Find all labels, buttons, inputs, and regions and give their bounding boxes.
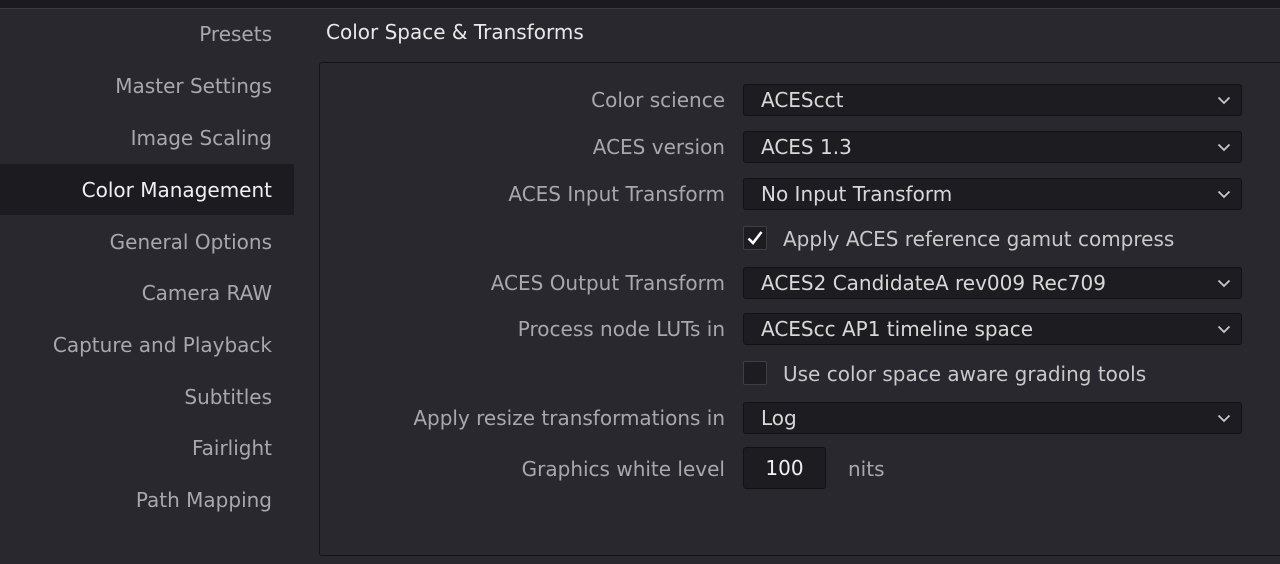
graphics-white-level-input[interactable]: 100 (743, 447, 826, 489)
resize-transformations-dropdown[interactable]: Log (743, 402, 1242, 434)
sidebar-item-camera-raw[interactable]: Camera RAW (0, 267, 294, 318)
chevron-down-icon (1207, 313, 1241, 345)
graphics-white-level-label: Graphics white level (521, 457, 725, 481)
chevron-down-icon (1207, 131, 1241, 163)
process-node-luts-label: Process node LUTs in (517, 317, 725, 341)
aces-version-label: ACES version (592, 135, 725, 159)
aces-version-value: ACES 1.3 (761, 135, 852, 159)
aces-input-transform-dropdown[interactable]: No Input Transform (743, 178, 1242, 210)
process-node-luts-dropdown[interactable]: ACEScc AP1 timeline space (743, 313, 1242, 345)
aces-input-transform-value: No Input Transform (761, 182, 953, 206)
sidebar-item-capture-and-playback[interactable]: Capture and Playback (0, 319, 294, 370)
color-science-label: Color science (591, 88, 725, 112)
sidebar-item-general-options[interactable]: General Options (0, 216, 294, 267)
checkmark-icon (747, 231, 763, 245)
aces-output-transform-dropdown[interactable]: ACES2 CandidateA rev009 Rec709 (743, 267, 1242, 299)
gamut-compress-checkbox[interactable] (743, 226, 767, 250)
resize-transformations-label: Apply resize transformations in (413, 406, 725, 430)
sidebar-item-color-management[interactable]: Color Management (0, 164, 294, 215)
gamut-compress-label[interactable]: Apply ACES reference gamut compress (783, 227, 1174, 251)
section-title: Color Space & Transforms (326, 20, 584, 44)
sidebar-item-subtitles[interactable]: Subtitles (0, 371, 294, 422)
chevron-down-icon (1207, 84, 1241, 116)
graphics-white-level-unit: nits (848, 457, 885, 481)
aces-input-transform-label: ACES Input Transform (508, 182, 725, 206)
color-science-value: ACEScct (761, 88, 844, 112)
aces-version-dropdown[interactable]: ACES 1.3 (743, 131, 1242, 163)
resize-transformations-value: Log (761, 406, 797, 430)
sidebar-item-image-scaling[interactable]: Image Scaling (0, 112, 294, 163)
process-node-luts-value: ACEScc AP1 timeline space (761, 317, 1034, 341)
sidebar-item-path-mapping[interactable]: Path Mapping (0, 474, 294, 525)
aces-output-transform-value: ACES2 CandidateA rev009 Rec709 (761, 271, 1106, 295)
chevron-down-icon (1207, 267, 1241, 299)
sidebar: Presets Master Settings Image Scaling Co… (0, 8, 294, 564)
chevron-down-icon (1207, 178, 1241, 210)
sidebar-item-presets[interactable]: Presets (0, 8, 294, 59)
aces-output-transform-label: ACES Output Transform (490, 271, 725, 295)
color-space-aware-label[interactable]: Use color space aware grading tools (783, 362, 1146, 386)
sidebar-item-master-settings[interactable]: Master Settings (0, 60, 294, 111)
color-science-dropdown[interactable]: ACEScct (743, 84, 1242, 116)
color-space-aware-checkbox[interactable] (743, 361, 767, 385)
sidebar-item-fairlight[interactable]: Fairlight (0, 422, 294, 473)
chevron-down-icon (1207, 402, 1241, 434)
